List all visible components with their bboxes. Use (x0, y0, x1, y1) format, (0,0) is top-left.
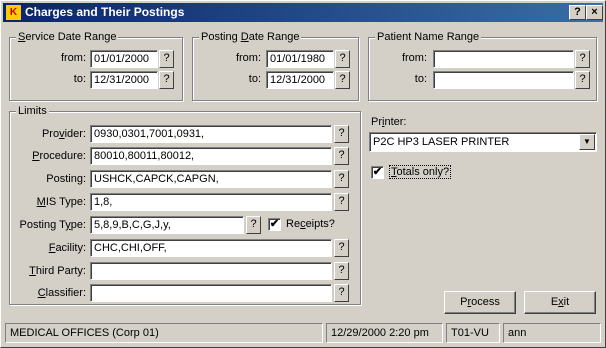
posting-to-lookup-button[interactable]: ? (335, 71, 350, 89)
service-from-lookup-button[interactable]: ? (159, 50, 174, 68)
app-icon[interactable]: K (6, 5, 21, 20)
service-from-label: from: (60, 52, 86, 64)
procedure-input[interactable]: 80010,80011,80012, (90, 147, 332, 165)
posting-type-lookup-button[interactable]: ? (246, 216, 261, 234)
receipts-label: Receipts? (286, 218, 335, 230)
patient-from-label: from: (401, 52, 427, 64)
service-from-date-input[interactable]: 01/01/2000 (90, 50, 158, 68)
third-party-label: Third Party: (29, 265, 86, 277)
printer-select[interactable]: P2C HP3 LASER PRINTER ▼ (369, 132, 597, 152)
patient-to-input[interactable] (433, 71, 574, 89)
classifier-lookup-button[interactable]: ? (334, 284, 349, 302)
patient-from-lookup-button[interactable]: ? (575, 50, 590, 68)
help-button[interactable]: ? (569, 5, 586, 20)
posting-to-label: to: (248, 73, 261, 85)
facility-label: Facility: (48, 242, 86, 254)
facility-input[interactable]: CHC,CHI,OFF, (90, 239, 332, 257)
status-datetime: 12/29/2000 2:20 pm (326, 323, 443, 343)
window-title: Charges and Their Postings (25, 5, 185, 19)
patient-to-lookup-button[interactable]: ? (575, 71, 590, 89)
posting-to-date-input[interactable]: 12/31/2000 (266, 71, 334, 89)
exit-button[interactable]: Exit (524, 291, 596, 314)
posting-date-range-title: Posting Date Range (199, 30, 302, 44)
provider-lookup-button[interactable]: ? (334, 125, 349, 143)
mis-type-label: MIS Type: (36, 196, 86, 208)
totals-only-checkbox[interactable]: ✔ (371, 166, 384, 179)
status-office: MEDICAL OFFICES (Corp 01) (5, 323, 323, 343)
provider-label: Provider: (41, 128, 86, 140)
totals-only-label: Totals only? (388, 165, 452, 179)
classifier-input[interactable] (90, 284, 332, 302)
patient-name-range-group: Patient Name Range from: ? to: ? (368, 30, 597, 101)
printer-selected-value: P2C HP3 LASER PRINTER (373, 136, 510, 148)
status-bar: MEDICAL OFFICES (Corp 01) 12/29/2000 2:2… (3, 323, 603, 343)
receipts-checkbox[interactable]: ✔ (268, 218, 281, 231)
posting-input[interactable]: USHCK,CAPCK,CAPGN, (90, 170, 332, 188)
process-button[interactable]: Process (444, 291, 516, 314)
third-party-input[interactable] (90, 262, 332, 280)
limits-title: Limits (16, 104, 49, 118)
classifier-label: Classifier: (37, 287, 86, 299)
posting-date-range-group: Posting Date Range from: 01/01/1980 ? to… (192, 30, 359, 101)
third-party-lookup-button[interactable]: ? (334, 262, 349, 280)
mis-type-lookup-button[interactable]: ? (334, 193, 349, 211)
posting-type-input[interactable]: 5,8,9,B,C,G,J,y, (90, 216, 244, 234)
limits-group: Limits Provider: 0930,0301,7001,0931, ? … (9, 104, 361, 305)
patient-to-label: to: (414, 73, 427, 85)
posting-from-date-input[interactable]: 01/01/1980 (266, 50, 334, 68)
facility-lookup-button[interactable]: ? (334, 239, 349, 257)
patient-name-range-title: Patient Name Range (375, 30, 482, 44)
service-to-date-input[interactable]: 12/31/2000 (90, 71, 158, 89)
printer-label: Printer: (371, 116, 407, 128)
service-to-label: to: (73, 73, 86, 85)
title-bar[interactable]: K Charges and Their Postings ? × (3, 3, 603, 22)
close-button[interactable]: × (586, 5, 603, 20)
status-user: ann (503, 323, 601, 343)
posting-lookup-button[interactable]: ? (334, 170, 349, 188)
service-date-range-title: Service Date Range (16, 30, 119, 44)
posting-label: Posting: (46, 173, 86, 185)
dialog-window: K Charges and Their Postings ? × Service… (0, 0, 606, 348)
patient-from-input[interactable] (433, 50, 574, 68)
status-terminal: T01-VU (446, 323, 500, 343)
service-date-range-group: Service Date Range from: 01/01/2000 ? to… (9, 30, 183, 101)
provider-input[interactable]: 0930,0301,7001,0931, (90, 125, 332, 143)
procedure-label: Procedure: (32, 150, 86, 162)
posting-type-label: Posting Type: (19, 219, 86, 231)
mis-type-input[interactable]: 1,8, (90, 193, 332, 211)
chevron-down-icon[interactable]: ▼ (579, 134, 595, 150)
service-to-lookup-button[interactable]: ? (159, 71, 174, 89)
procedure-lookup-button[interactable]: ? (334, 147, 349, 165)
posting-from-label: from: (235, 52, 261, 64)
posting-from-lookup-button[interactable]: ? (335, 50, 350, 68)
